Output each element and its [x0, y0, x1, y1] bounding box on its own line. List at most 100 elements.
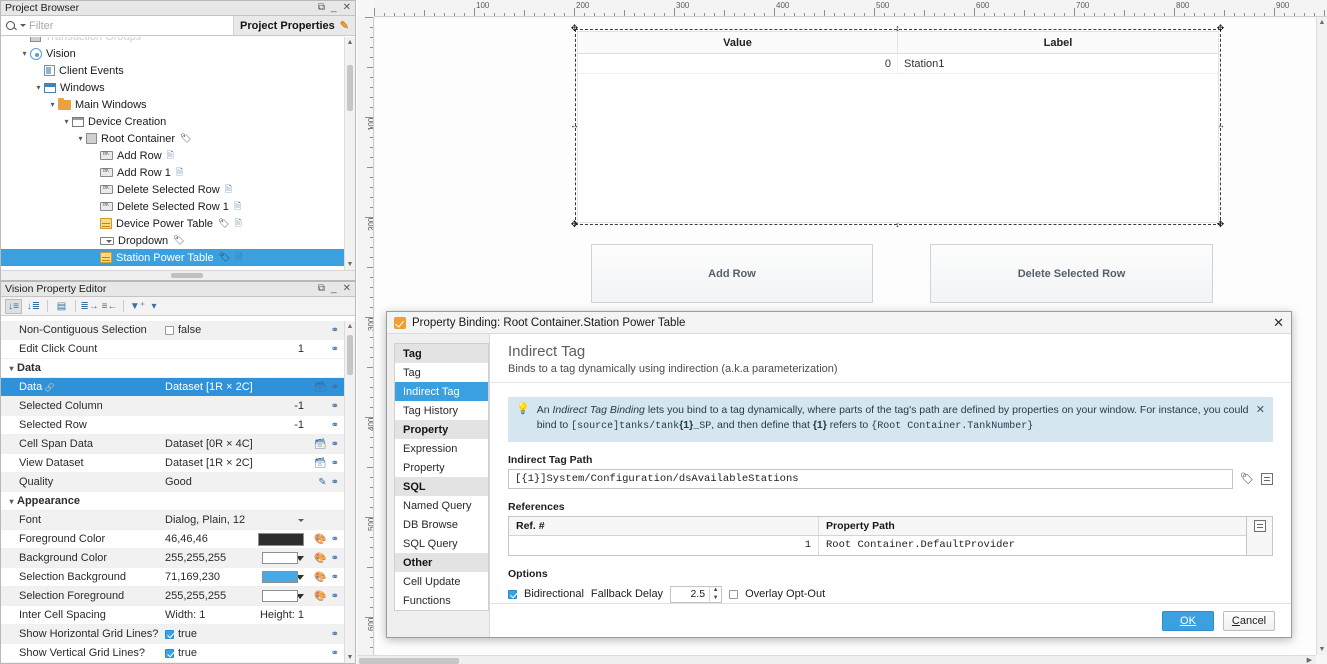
property-row-quality[interactable]: Quality Good ✎ ⚭: [1, 473, 344, 492]
twisty-expanded-icon[interactable]: ▾: [19, 49, 30, 58]
property-row-view-dataset[interactable]: View Dataset Dataset [1R × 2C] 🗃 ⚭: [1, 454, 344, 473]
property-checkbox[interactable]: [165, 325, 174, 335]
binding-link-icon[interactable]: ⚭: [331, 534, 339, 545]
canvas-vertical-scrollbar[interactable]: ▲ ▼: [1316, 17, 1327, 655]
twisty-expanded-icon[interactable]: ▾: [75, 134, 86, 143]
property-value[interactable]: Good: [161, 476, 308, 488]
bidirectional-checkbox[interactable]: [508, 589, 517, 599]
binding-category-tag[interactable]: Tag: [395, 363, 488, 382]
binding-link-icon[interactable]: ⚭: [331, 572, 339, 583]
tree-item-client-events[interactable]: Client Events: [1, 62, 355, 79]
property-category-data[interactable]: ▾ Data: [1, 359, 344, 378]
script-icon[interactable]: 🗎: [234, 199, 241, 215]
scroll-down-icon[interactable]: ▼: [345, 652, 355, 663]
scroll-down-icon[interactable]: ▼: [345, 259, 355, 270]
property-value[interactable]: Dataset [0R × 4C]: [161, 438, 308, 450]
references-actions[interactable]: [1247, 515, 1273, 556]
property-value[interactable]: false: [161, 324, 308, 336]
station-power-table[interactable]: Value Label 0 Station1: [577, 31, 1219, 223]
property-row-data[interactable]: Data 🔗 Dataset [1R × 2C] 🗃 ⚭: [1, 378, 344, 397]
float-icon[interactable]: ⧉: [318, 3, 325, 13]
scrollbar-thumb[interactable]: [347, 335, 353, 375]
property-value[interactable]: true: [161, 628, 308, 640]
script-icon[interactable]: 🗎: [235, 250, 242, 266]
tree-item-delete-selected-row-1[interactable]: Delete Selected Row 1 🗎: [1, 198, 355, 215]
filter-icon[interactable]: ▼⁺: [129, 299, 146, 314]
property-row-selected-column[interactable]: Selected Column -1 ⚭: [1, 397, 344, 416]
overlay-optout-checkbox[interactable]: [729, 589, 739, 599]
table-row[interactable]: 0 Station1: [578, 54, 1218, 74]
hscrollbar-thumb[interactable]: [170, 273, 203, 278]
insert-property-icon[interactable]: [1261, 472, 1273, 485]
property-row-selection-foreground[interactable]: Selection Foreground 255,255,255 🎨 ⚭: [1, 587, 344, 606]
float-icon[interactable]: ⧉: [318, 284, 325, 294]
color-swatch[interactable]: [262, 552, 298, 564]
twisty-expanded-icon[interactable]: ▾: [33, 83, 44, 92]
quality-edit-icon[interactable]: ✎: [318, 477, 326, 488]
collapse-all-icon[interactable]: ≡←: [101, 299, 118, 314]
property-row-show-horizontal-grid-lines[interactable]: Show Horizontal Grid Lines? true ⚭: [1, 625, 344, 644]
property-list[interactable]: Non-Contiguous Selection false ⚭ Edit Click…: [1, 321, 344, 663]
close-icon[interactable]: ✕: [343, 3, 351, 13]
binding-tag-icon[interactable]: 🏷: [173, 235, 184, 246]
binding-category-tag-history[interactable]: Tag History: [395, 401, 488, 420]
references-cell-path[interactable]: Root Container.DefaultProvider: [819, 536, 1246, 555]
fallback-delay-value[interactable]: 2.5: [671, 587, 709, 602]
binding-category-named-query[interactable]: Named Query: [395, 496, 488, 515]
column-header-value[interactable]: Value: [578, 32, 898, 53]
property-row-selection-background[interactable]: Selection Background 71,169,230 🎨 ⚭: [1, 568, 344, 587]
property-value[interactable]: Dataset [1R × 2C]: [161, 457, 308, 469]
binding-link-icon[interactable]: ⚭: [331, 382, 339, 393]
property-row-selected-row[interactable]: Selected Row -1 ⚭: [1, 416, 344, 435]
cell-value[interactable]: 0: [578, 54, 898, 73]
hscrollbar-thumb[interactable]: [359, 657, 459, 664]
tree-item-device-creation[interactable]: ▾ Device Creation: [1, 113, 355, 130]
sort-za-icon[interactable]: ↓≣: [25, 299, 42, 314]
property-list-scrollbar[interactable]: ▲ ▼: [344, 321, 355, 663]
property-value[interactable]: 46,46,46: [161, 532, 308, 546]
script-icon[interactable]: 🗎: [167, 148, 174, 164]
color-picker-icon[interactable]: 🎨: [314, 591, 326, 602]
property-row-edit-click-count[interactable]: Edit Click Count 1 ⚭: [1, 340, 344, 359]
dataset-edit-icon[interactable]: 🗃: [314, 439, 327, 450]
tree-item-transaction-groups[interactable]: Transaction Groups: [1, 37, 355, 45]
binding-link-icon[interactable]: ⚭: [331, 648, 339, 659]
property-row-font[interactable]: Font Dialog, Plain, 12: [1, 511, 344, 530]
ok-button[interactable]: OK: [1162, 610, 1214, 631]
binding-category-sql-query[interactable]: SQL Query: [395, 534, 488, 553]
sort-az-icon[interactable]: ↓≡: [5, 298, 22, 314]
property-value[interactable]: true: [161, 647, 308, 659]
tree-item-device-power-table[interactable]: Device Power Table 🏷 🗎: [1, 215, 355, 232]
tree-item-vision[interactable]: ▾ Vision: [1, 45, 355, 62]
column-header-label[interactable]: Label: [898, 32, 1218, 53]
binding-category-property[interactable]: Property: [395, 458, 488, 477]
canvas-horizontal-scrollbar[interactable]: ▶: [357, 655, 1316, 664]
cell-label[interactable]: Station1: [898, 54, 1218, 73]
project-tree-scrollbar[interactable]: ▲ ▼: [344, 37, 355, 270]
binding-link-icon[interactable]: ⚭: [331, 420, 339, 431]
dataset-edit-icon[interactable]: 🗃: [314, 458, 327, 469]
color-swatch[interactable]: [262, 571, 298, 583]
project-tree[interactable]: Transaction Groups▾VisionClient Events▾W…: [1, 37, 355, 270]
property-row-foreground-color[interactable]: Foreground Color 46,46,46 🎨 ⚭: [1, 530, 344, 549]
binding-tag-icon[interactable]: 🏷: [219, 252, 230, 263]
property-checkbox[interactable]: [165, 629, 174, 639]
tree-item-station-power-table[interactable]: Station Power Table 🏷 🗎: [1, 249, 355, 266]
tree-item-root-container[interactable]: ▾ Root Container 🏷: [1, 130, 355, 147]
tree-item-main-windows[interactable]: ▾ Main Windows: [1, 96, 355, 113]
binding-link-icon[interactable]: ⚭: [331, 591, 339, 602]
property-row-non-contiguous-selection[interactable]: Non-Contiguous Selection false ⚭: [1, 321, 344, 340]
property-row-show-vertical-grid-lines[interactable]: Show Vertical Grid Lines? true ⚭: [1, 644, 344, 663]
scroll-up-icon[interactable]: ▲: [345, 321, 355, 332]
color-picker-icon[interactable]: 🎨: [314, 553, 326, 564]
twisty-expanded-icon[interactable]: ▾: [6, 364, 17, 373]
filter-input[interactable]: Filter: [1, 16, 235, 35]
scroll-right-icon[interactable]: ▶: [1307, 656, 1312, 664]
indirect-tag-path-input[interactable]: [{1}]System/Configuration/dsAvailableSta…: [508, 468, 1234, 489]
scroll-up-icon[interactable]: ▲: [345, 37, 355, 48]
font-dropdown-caret-icon[interactable]: [298, 518, 304, 522]
property-category-appearance[interactable]: ▾ Appearance: [1, 492, 344, 511]
twisty-expanded-icon[interactable]: ▾: [61, 117, 72, 126]
script-icon[interactable]: 🗎: [176, 165, 183, 181]
twisty-expanded-icon[interactable]: ▾: [47, 100, 58, 109]
